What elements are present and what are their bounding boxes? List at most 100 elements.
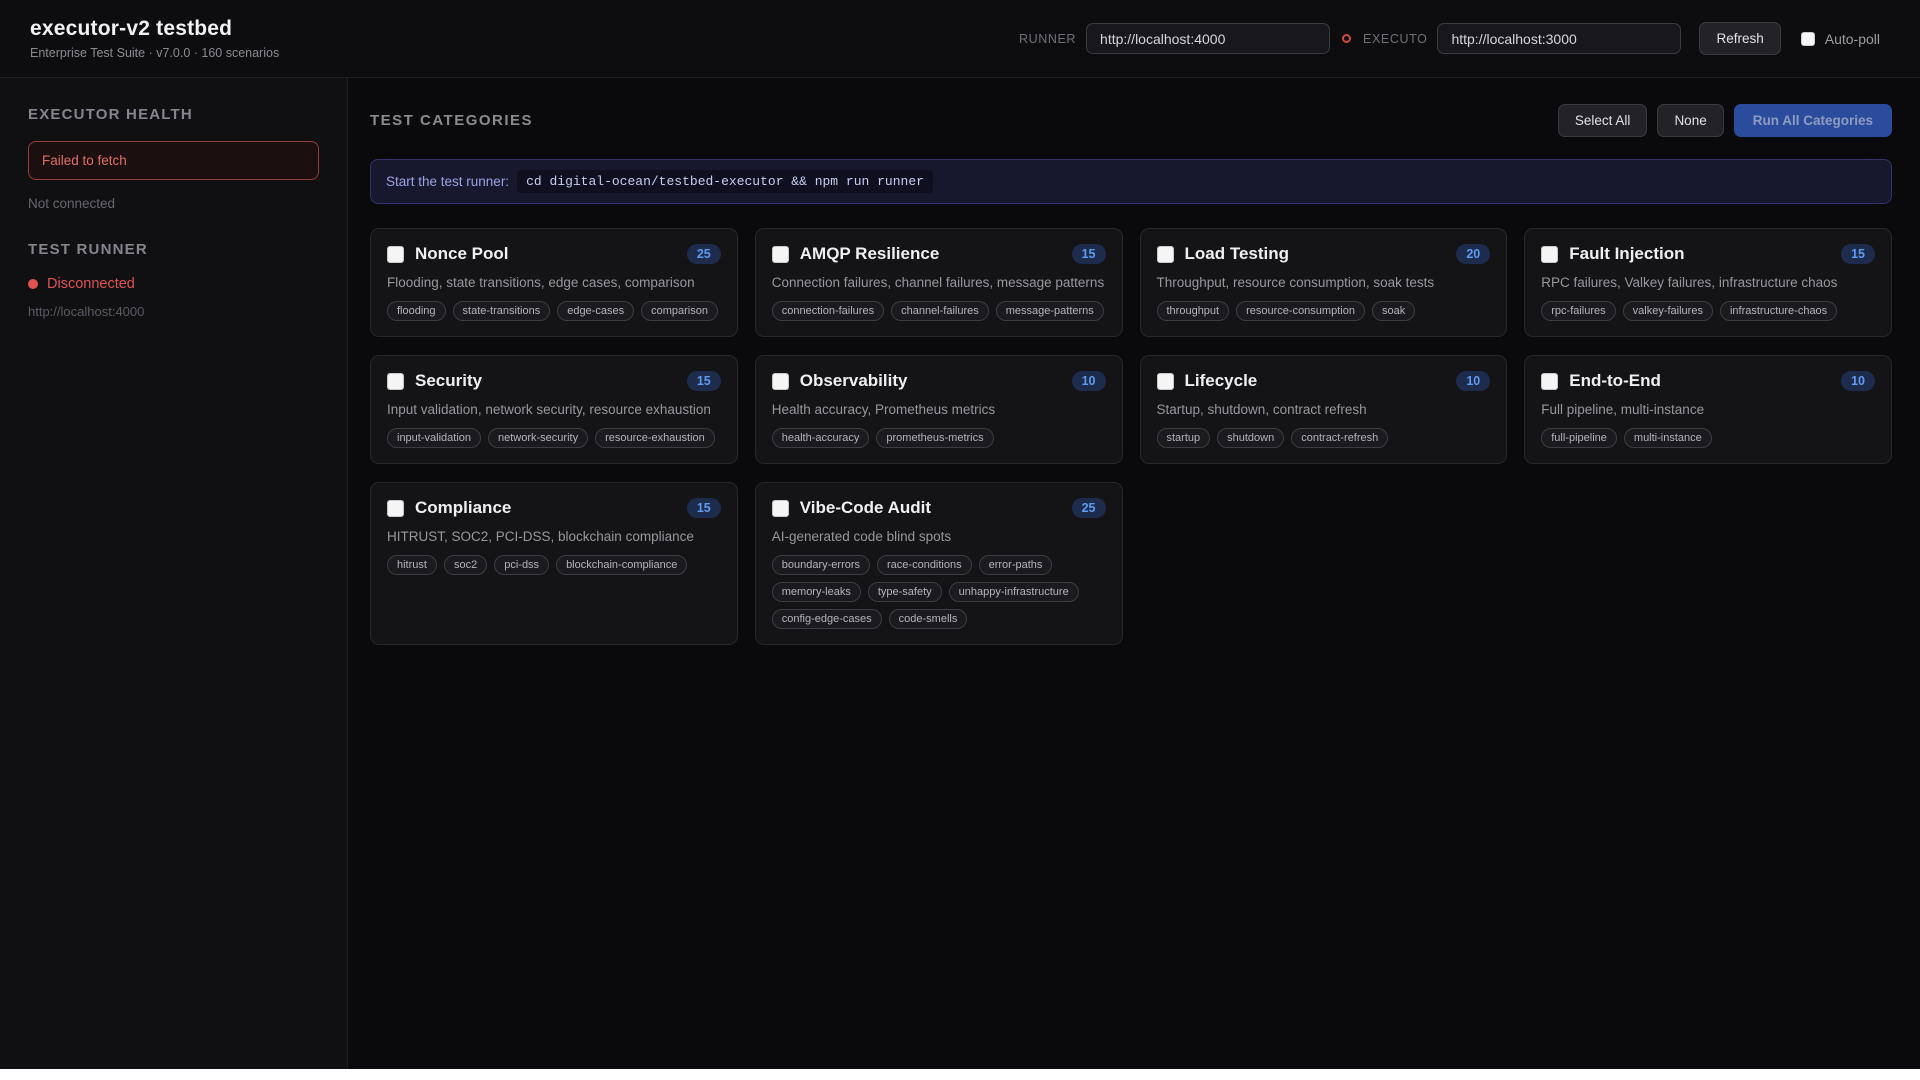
category-tags: startup shutdown contract-refresh bbox=[1156, 428, 1491, 448]
test-runner-url: http://localhost:4000 bbox=[28, 304, 145, 319]
category-card[interactable]: Vibe-Code Audit 25 AI-generated code bli… bbox=[754, 482, 1123, 645]
category-description: Flooding, state transitions, edge cases,… bbox=[387, 275, 695, 290]
page-subtitle: Enterprise Test Suite · v7.0.0 · 160 sce… bbox=[30, 46, 280, 60]
category-checkbox[interactable] bbox=[1156, 245, 1174, 263]
category-tag: state-transitions bbox=[452, 301, 551, 321]
category-tag: prometheus-metrics bbox=[876, 428, 994, 448]
auto-poll-label: Auto-poll bbox=[1824, 30, 1880, 47]
category-title: Load Testing bbox=[1184, 244, 1290, 263]
select-all-button[interactable]: Select All bbox=[1557, 104, 1648, 137]
category-tag: edge-cases bbox=[557, 301, 635, 321]
category-tag: blockchain-compliance bbox=[556, 555, 688, 575]
category-checkbox[interactable] bbox=[1541, 372, 1559, 390]
category-tag: network-security bbox=[488, 428, 589, 448]
category-tag: error-paths bbox=[978, 555, 1053, 575]
category-tags: throughput resource-consumption soak bbox=[1156, 301, 1491, 321]
category-card-header: Load Testing 20 bbox=[1156, 244, 1491, 264]
sidebar: EXECUTOR HEALTH Failed to fetch Not conn… bbox=[0, 78, 348, 1069]
category-tag: soak bbox=[1371, 301, 1416, 321]
category-card-header: Lifecycle 10 bbox=[1156, 371, 1491, 391]
category-checkbox[interactable] bbox=[387, 499, 404, 517]
category-tag: soc2 bbox=[443, 555, 488, 575]
app-window: executor-v2 testbed Enterprise Test Suit… bbox=[0, 0, 1920, 1069]
category-card[interactable]: AMQP Resilience 15 Connection failures, … bbox=[754, 228, 1123, 337]
category-card-header: Security 15 bbox=[387, 371, 721, 391]
category-checkbox[interactable] bbox=[387, 245, 404, 263]
test-runner-status: Disconnected bbox=[47, 276, 135, 292]
category-card[interactable]: Security 15 Input validation, network se… bbox=[370, 355, 738, 464]
category-checkbox[interactable] bbox=[1156, 372, 1174, 390]
category-card[interactable]: Observability 10 Health accuracy, Promet… bbox=[754, 355, 1123, 464]
category-description: Health accuracy, Prometheus metrics bbox=[771, 402, 996, 417]
category-description: Connection failures, channel failures, m… bbox=[771, 275, 1105, 290]
category-checkbox[interactable] bbox=[771, 372, 789, 390]
auto-poll-checkbox[interactable] bbox=[1800, 31, 1815, 46]
category-card[interactable]: Fault Injection 15 RPC failures, Valkey … bbox=[1524, 228, 1892, 337]
category-card[interactable]: Lifecycle 10 Startup, shutdown, contract… bbox=[1139, 355, 1508, 464]
category-count-badge: 10 bbox=[1456, 371, 1491, 391]
category-title: AMQP Resilience bbox=[799, 244, 940, 263]
category-tag: rpc-failures bbox=[1541, 301, 1616, 321]
executor-url-label: EXECUTO bbox=[1363, 31, 1428, 46]
top-bar: executor-v2 testbed Enterprise Test Suit… bbox=[0, 0, 1920, 78]
category-count-badge: 25 bbox=[1071, 498, 1106, 518]
category-tag: flooding bbox=[387, 301, 446, 321]
category-checkbox[interactable] bbox=[387, 372, 404, 390]
category-count-badge: 10 bbox=[1841, 371, 1875, 391]
category-tag: full-pipeline bbox=[1541, 428, 1617, 448]
category-card-header: Compliance 15 bbox=[387, 498, 721, 518]
refresh-button[interactable]: Refresh bbox=[1699, 22, 1781, 55]
category-count-badge: 25 bbox=[686, 244, 721, 264]
category-tags: input-validation network-security resource… bbox=[387, 428, 721, 448]
test-categories-heading: TEST CATEGORIES bbox=[370, 112, 534, 129]
category-card[interactable]: Load Testing 20 Throughput, resource con… bbox=[1139, 228, 1508, 337]
category-tag: startup bbox=[1156, 428, 1211, 448]
category-grid: Nonce Pool 25 Flooding, state transition… bbox=[370, 228, 1892, 645]
test-runner-heading: TEST RUNNER bbox=[28, 241, 148, 258]
category-tag: channel-failures bbox=[891, 301, 989, 321]
category-tag: input-validation bbox=[387, 428, 481, 448]
test-runner-status-row: Disconnected bbox=[28, 276, 319, 292]
category-count-badge: 15 bbox=[686, 498, 721, 518]
category-title: Fault Injection bbox=[1569, 244, 1685, 263]
category-count-badge: 15 bbox=[1841, 244, 1875, 264]
select-none-button[interactable]: None bbox=[1657, 104, 1724, 137]
category-card-header: Vibe-Code Audit 25 bbox=[771, 498, 1106, 518]
run-all-categories-button[interactable]: Run All Categories bbox=[1733, 104, 1892, 137]
category-card[interactable]: Nonce Pool 25 Flooding, state transition… bbox=[370, 228, 738, 337]
category-card[interactable]: Compliance 15 HITRUST, SOC2, PCI-DSS, bl… bbox=[370, 482, 738, 645]
category-tag: multi-instance bbox=[1623, 428, 1712, 448]
category-count-badge: 15 bbox=[686, 371, 721, 391]
category-card-header: End-to-End 10 bbox=[1541, 371, 1875, 391]
category-tag: valkey-failures bbox=[1622, 301, 1713, 321]
category-title: Vibe-Code Audit bbox=[799, 498, 932, 517]
category-title: Security bbox=[415, 371, 483, 390]
category-tag: comparison bbox=[641, 301, 718, 321]
category-tag: memory-leaks bbox=[771, 582, 861, 602]
category-tag: unhappy-infrastructure bbox=[948, 582, 1079, 602]
main-header-row: TEST CATEGORIES Select All None Run All … bbox=[370, 104, 1892, 137]
category-description: AI-generated code blind spots bbox=[771, 529, 952, 544]
category-card-header: Nonce Pool 25 bbox=[387, 244, 721, 264]
category-checkbox[interactable] bbox=[1541, 245, 1559, 263]
category-tags: connection-failures channel-failures messa… bbox=[771, 301, 1106, 321]
category-tag: code-smells bbox=[888, 609, 968, 629]
category-tag: type-safety bbox=[867, 582, 942, 602]
category-card[interactable]: End-to-End 10 Full pipeline, multi-insta… bbox=[1524, 355, 1892, 464]
category-checkbox[interactable] bbox=[771, 499, 789, 517]
category-tag: health-accuracy bbox=[771, 428, 870, 448]
category-card-header: Observability 10 bbox=[771, 371, 1106, 391]
category-checkbox[interactable] bbox=[771, 245, 789, 263]
category-tag: resource-consumption bbox=[1236, 301, 1365, 321]
main-panel: TEST CATEGORIES Select All None Run All … bbox=[348, 78, 1920, 1069]
category-description: RPC failures, Valkey failures, infrastru… bbox=[1541, 275, 1838, 290]
runner-url-input[interactable] bbox=[1086, 23, 1331, 54]
title-block: executor-v2 testbed Enterprise Test Suit… bbox=[30, 17, 279, 60]
category-description: Startup, shutdown, contract refresh bbox=[1156, 402, 1367, 417]
category-description: Full pipeline, multi-instance bbox=[1541, 402, 1705, 417]
executor-url-input[interactable] bbox=[1437, 23, 1682, 54]
executor-health-heading: EXECUTOR HEALTH bbox=[28, 106, 193, 123]
category-tags: boundary-errors race-conditions error-path… bbox=[771, 555, 1106, 629]
category-description: Input validation, network security, reso… bbox=[387, 402, 711, 417]
category-title: Lifecycle bbox=[1184, 371, 1258, 390]
